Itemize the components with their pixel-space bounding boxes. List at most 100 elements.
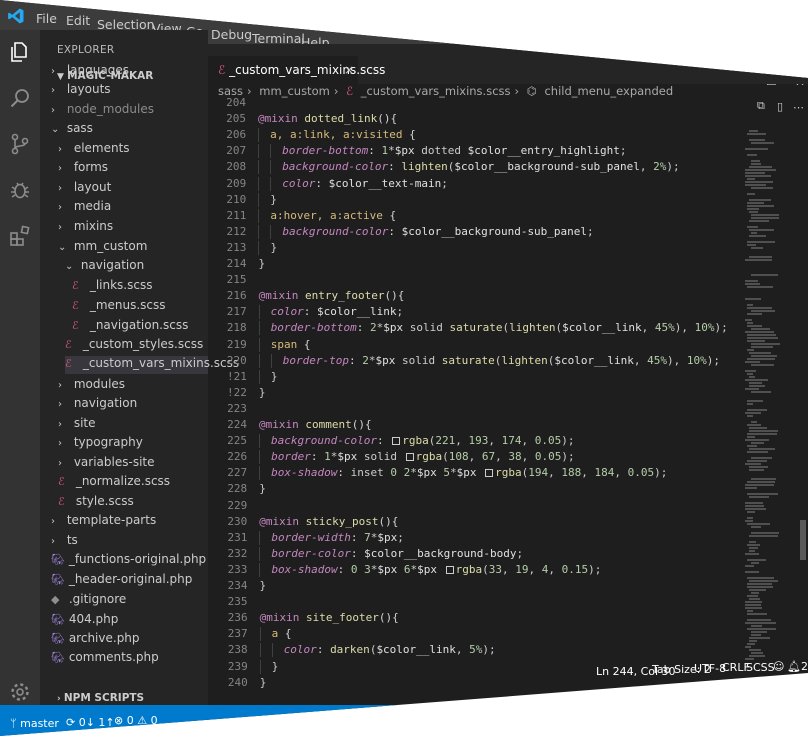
language-mode[interactable]: SCSS — [746, 661, 775, 674]
line-number: 204 — [226, 96, 246, 109]
notifications-status[interactable]: 🔔︎2 — [787, 660, 808, 673]
sync-status[interactable]: ⟳ 0↓ 1↑ — [66, 716, 115, 729]
sass-file-icon: ℰ — [58, 475, 65, 488]
menu-edit[interactable]: Edit — [66, 13, 90, 28]
tree-item-modules[interactable]: › modules — [58, 377, 208, 395]
color-swatch-icon[interactable] — [485, 469, 494, 478]
indent-guide — [258, 160, 270, 175]
tree-item-sass[interactable]: ⌄ sass — [51, 121, 208, 139]
sync-counts: 0↓ 1↑ — [78, 716, 115, 729]
minimap-line — [745, 553, 759, 555]
npm-scripts-header[interactable]: › NPM SCRIPTS — [57, 692, 144, 704]
tab-custom-vars-mixins[interactable]: ℰ _custom_vars_mixins.scss × — [208, 56, 385, 84]
line-number: 229 — [227, 498, 248, 512]
minimap-line — [745, 622, 776, 624]
tree-item-archive-php[interactable]: 🐘︎ archive.php — [51, 631, 208, 649]
minimap-line — [747, 523, 770, 525]
branch-status[interactable]: ᛘ master — [10, 717, 59, 730]
tree-item-label: modules — [73, 377, 126, 391]
tree-item-label: navigation — [73, 396, 138, 410]
tree-item-label: 404.php — [68, 612, 119, 626]
tree-item-media[interactable]: › media — [58, 199, 208, 217]
tree-item-gitignore[interactable]: ◆ .gitignore — [51, 592, 208, 610]
line-number: !22 — [227, 385, 247, 399]
tree-item-elements[interactable]: › elements — [58, 141, 208, 159]
tree-item-menus-scss[interactable]: ℰ _menus.scss — [72, 298, 208, 316]
minimap-line — [747, 643, 755, 645]
editor-scrollbar[interactable] — [798, 100, 808, 660]
breadcrumb-mm-custom[interactable]: mm_custom — [259, 84, 330, 98]
code-editor[interactable]: 204 205 @mixin dotted_link(){206 a, a:link,… — [208, 96, 743, 710]
tree-item-template-parts[interactable]: › template-parts — [51, 513, 208, 531]
minimap-line — [749, 139, 765, 141]
source-control-icon[interactable] — [8, 132, 32, 156]
minimap-line — [747, 337, 778, 339]
minimap-line — [745, 463, 761, 465]
tree-item-mixins[interactable]: › mixins — [58, 219, 208, 237]
tree-item-links-scss[interactable]: ℰ _links.scss — [72, 278, 208, 296]
color-swatch-icon[interactable] — [445, 565, 454, 574]
tree-item-label: _normalize.scss — [75, 474, 171, 488]
tree-item-normalize-scss[interactable]: ℰ _normalize.scss — [58, 474, 208, 492]
debug-icon[interactable] — [8, 178, 32, 202]
extensions-icon[interactable] — [8, 224, 32, 248]
tree-item-node-modules[interactable]: › node_modules — [51, 102, 208, 120]
feedback-icon[interactable]: ☺ — [773, 660, 784, 673]
indent-guide — [258, 240, 270, 255]
tree-item-404-php[interactable]: 🐘︎ 404.php — [51, 612, 208, 630]
gear-icon[interactable] — [8, 680, 32, 704]
tree-item-custom-vars-mixins-scss[interactable]: ℰ _custom_vars_mixins.scss — [65, 356, 239, 374]
minimap-line — [745, 319, 752, 321]
minimap-line — [749, 229, 774, 231]
minimap-line — [747, 628, 776, 630]
tab-bar: ℰ _custom_vars_mixins.scss × — [208, 44, 808, 84]
line-number: 227 — [227, 466, 248, 480]
tree-item-navigation-scss[interactable]: ℰ _navigation.scss — [72, 318, 208, 336]
color-swatch-icon[interactable] — [405, 453, 414, 462]
chevron-right-icon: › — [58, 222, 62, 233]
code-text: } — [259, 675, 267, 689]
tree-item-typography[interactable]: › typography — [58, 435, 208, 453]
problems-status[interactable]: ⊗ 0 ⚠ 0 — [114, 714, 158, 727]
tree-item-style-scss[interactable]: ℰ style.scss — [58, 494, 208, 512]
minimap-line — [751, 163, 761, 165]
error-icon: ⊗ — [114, 714, 127, 727]
tree-item-languages[interactable]: › languages — [51, 63, 208, 81]
breadcrumb-symbol[interactable]: child_menu_expanded — [544, 84, 673, 98]
minimap-line — [745, 502, 763, 504]
minimap-line — [745, 487, 757, 489]
tree-item-variables-site[interactable]: › variables-site — [58, 455, 208, 473]
tree-item-ts[interactable]: › ts — [51, 533, 208, 551]
line-number: 205 — [226, 112, 247, 126]
color-swatch-icon[interactable] — [392, 437, 401, 446]
minimap-line — [745, 169, 776, 171]
scrollbar-thumb[interactable] — [800, 520, 806, 560]
tree-item-layouts[interactable]: › layouts — [51, 82, 208, 100]
tree-item-navigation[interactable]: ⌄ navigation — [65, 258, 208, 276]
tree-item-comments-php[interactable]: 🐘︎ comments.php — [51, 650, 208, 668]
tree-item-custom-styles-scss[interactable]: ℰ _custom_styles.scss — [65, 337, 208, 355]
search-icon[interactable] — [8, 86, 32, 110]
line-number: 206 — [226, 128, 247, 142]
minimap-line — [747, 451, 768, 453]
menu-debug[interactable]: Debug — [211, 27, 252, 42]
tree-item-label: mm_custom — [73, 239, 148, 253]
explorer-icon[interactable] — [8, 40, 32, 64]
tree-item-functions-original-php[interactable]: 🐘︎ _functions-original.php — [51, 552, 208, 570]
close-tab-icon[interactable]: × — [344, 63, 354, 77]
menu-file[interactable]: File — [36, 11, 57, 26]
minimap[interactable] — [743, 100, 798, 660]
minimap-line — [747, 373, 753, 375]
tree-item-mm-custom[interactable]: ⌄ mm_custom — [58, 239, 208, 257]
sass-file-icon: ℰ — [58, 495, 65, 508]
code-text: box-shadow: inset 0 2*$px 5*$px rgba(194… — [259, 466, 667, 481]
tree-item-label: layouts — [66, 82, 111, 96]
tree-item-site[interactable]: › site — [58, 416, 208, 434]
tree-item-header-original-php[interactable]: 🐘︎ _header-original.php — [51, 572, 208, 590]
tree-item-navigation[interactable]: › navigation — [58, 396, 208, 414]
minimap-line — [749, 376, 755, 378]
tree-item-forms[interactable]: › forms — [58, 160, 208, 178]
tree-item-label: layout — [73, 180, 112, 194]
tree-item-layout[interactable]: › layout — [58, 180, 208, 198]
breadcrumb-file[interactable]: _custom_vars_mixins.scss — [361, 84, 511, 98]
